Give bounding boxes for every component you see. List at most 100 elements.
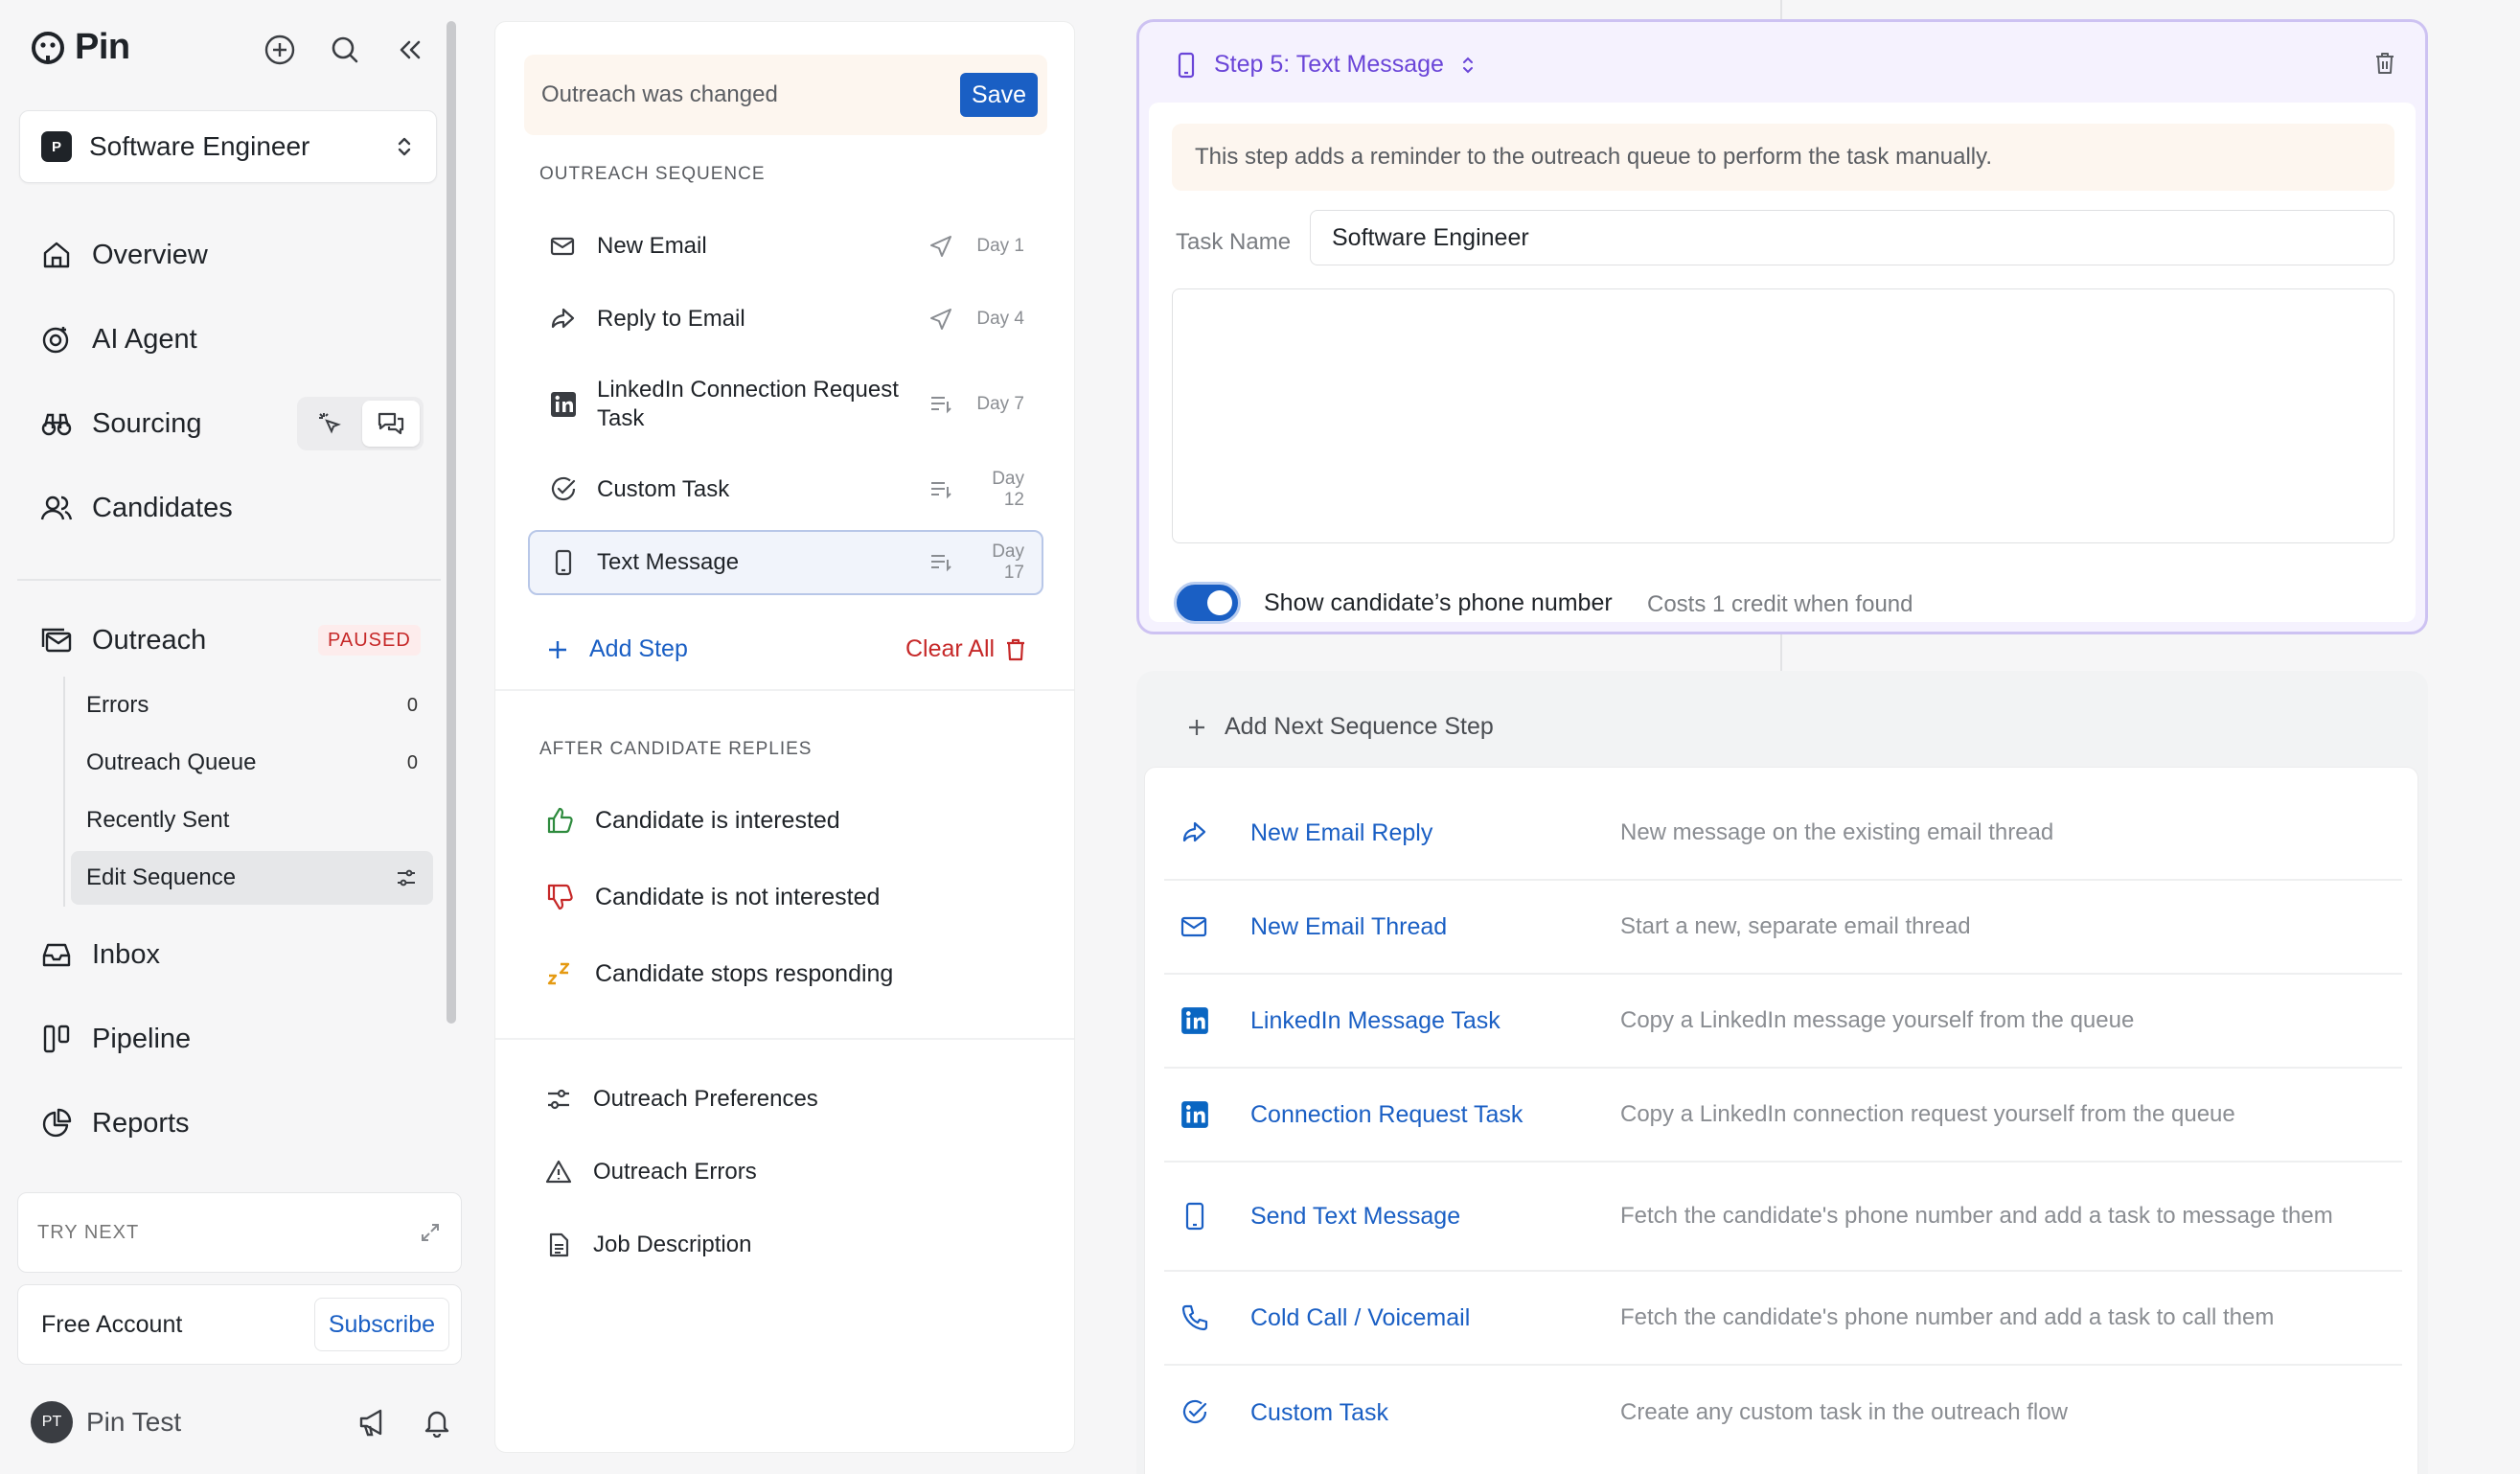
show-phone-toggle[interactable] xyxy=(1174,582,1241,624)
reply-rule-label: Candidate is interested xyxy=(595,806,840,834)
search-icon xyxy=(332,36,358,63)
step-option-description: Copy a LinkedIn message yourself from th… xyxy=(1620,1007,2135,1033)
nav-candidates[interactable]: Candidates xyxy=(40,481,233,535)
phone-device-icon xyxy=(555,549,572,576)
step-option-description: Fetch the candidate's phone number and a… xyxy=(1620,1304,2275,1330)
clear-all-button[interactable]: Clear All xyxy=(905,635,1027,663)
job-description-label: Job Description xyxy=(593,1232,752,1257)
nav-outreach[interactable]: Outreach xyxy=(40,613,206,667)
nav-reports[interactable]: Reports xyxy=(40,1096,190,1150)
nav-inbox[interactable]: Inbox xyxy=(40,928,160,981)
step-option[interactable]: LinkedIn Message Task Copy a LinkedIn me… xyxy=(1164,975,2402,1069)
step-option[interactable]: New Email Reply New message on the exist… xyxy=(1164,787,2402,881)
task-name-input[interactable]: Software Engineer xyxy=(1310,210,2394,265)
subscribe-button[interactable]: Subscribe xyxy=(313,1298,449,1351)
sequence-step-day: Day 7 xyxy=(976,394,1024,414)
app-logo[interactable]: Pin xyxy=(31,27,130,68)
nav-sourcing[interactable]: Sourcing xyxy=(40,397,201,450)
step-option[interactable]: New Email Thread Start a new, separate e… xyxy=(1164,881,2402,975)
unsaved-changes-bar: Outreach was changed Save xyxy=(524,55,1047,135)
project-select[interactable]: P Software Engineer xyxy=(19,110,437,183)
announcements-button[interactable] xyxy=(356,1406,389,1439)
nav-reports-label: Reports xyxy=(92,1107,190,1139)
credit-cost-note: Costs 1 credit when found xyxy=(1647,591,1913,617)
linkedin-icon xyxy=(551,392,576,417)
subnav-recently-sent-label: Recently Sent xyxy=(86,807,230,833)
sourcing-mode-toggle xyxy=(297,397,424,450)
try-next-card[interactable]: TRY NEXT xyxy=(17,1192,462,1273)
expand-icon xyxy=(422,1224,439,1241)
reply-rule-not-interested[interactable]: Candidate is not interested xyxy=(545,883,880,911)
errors-count: 0 xyxy=(406,694,418,716)
phone-call-icon xyxy=(1181,1304,1208,1331)
plus-circle-icon xyxy=(264,35,295,65)
document-icon xyxy=(549,1232,569,1257)
collapse-sidebar-button[interactable] xyxy=(389,29,431,71)
reply-rule-interested[interactable]: Candidate is interested xyxy=(545,806,840,835)
nav-pipeline[interactable]: Pipeline xyxy=(40,1012,191,1066)
sequence-step-label: Text Message xyxy=(597,549,740,575)
outreach-status-badge: PAUSED xyxy=(318,625,421,656)
step-options-list: New Email Reply New message on the exist… xyxy=(1144,767,2418,1474)
notifications-button[interactable] xyxy=(422,1407,452,1438)
sequence-step-selected[interactable]: Text Message Day 17 xyxy=(528,530,1043,595)
task-description-textarea[interactable] xyxy=(1172,288,2394,543)
step-option[interactable]: Cold Call / Voicemail Fetch the candidat… xyxy=(1164,1272,2402,1366)
subnav-errors[interactable]: Errors 0 xyxy=(71,679,433,732)
search-button[interactable] xyxy=(324,29,366,71)
trash-icon xyxy=(1007,638,1025,660)
job-description-link[interactable]: Job Description xyxy=(545,1232,751,1258)
subnav-recently-sent[interactable]: Recently Sent xyxy=(71,794,433,847)
sequence-step-label: New Email xyxy=(597,233,707,259)
plus-icon xyxy=(1189,719,1204,735)
step-option-name: LinkedIn Message Task xyxy=(1250,1006,1501,1034)
nav-ai-agent[interactable]: AI Agent xyxy=(40,312,197,366)
delete-step-button[interactable] xyxy=(2373,51,2396,76)
step-type-select[interactable]: Step 5: Text Message xyxy=(1174,51,1477,79)
panel-divider xyxy=(495,1038,1074,1040)
step-option-description: New message on the existing email thread xyxy=(1620,819,2054,845)
step-option[interactable]: Send Text Message Fetch the candidate's … xyxy=(1164,1163,2402,1272)
sequence-step[interactable]: LinkedIn Connection Request Task Day 7 xyxy=(528,363,1043,446)
sequence-step[interactable]: Reply to Email Day 4 xyxy=(528,288,1043,350)
sequence-step-label: LinkedIn Connection Request Task xyxy=(597,377,899,431)
add-next-step-header[interactable]: Add Next Sequence Step xyxy=(1186,713,1494,741)
step-option[interactable]: Connection Request Task Copy a LinkedIn … xyxy=(1164,1069,2402,1163)
add-button[interactable] xyxy=(259,29,301,71)
nav-sourcing-label: Sourcing xyxy=(92,407,202,439)
binoculars-icon xyxy=(41,413,72,436)
sourcing-chat-button[interactable] xyxy=(362,401,420,447)
show-phone-label: Show candidate’s phone number xyxy=(1264,589,1613,616)
step-info-notice: This step adds a reminder to the outreac… xyxy=(1172,124,2394,191)
outreach-preferences-link[interactable]: Outreach Preferences xyxy=(545,1086,818,1113)
sequence-step[interactable]: Custom Task Day 12 xyxy=(528,459,1043,520)
linkedin-icon xyxy=(1181,1007,1208,1034)
user-name: Pin Test xyxy=(86,1407,182,1437)
step-option-name: Cold Call / Voicemail xyxy=(1250,1303,1471,1331)
reply-rule-stops-responding[interactable]: Candidate stops responding xyxy=(545,959,893,988)
submenu-guide-line xyxy=(63,677,65,907)
sidebar-scrollbar[interactable] xyxy=(447,21,456,1024)
sourcing-ai-button[interactable] xyxy=(301,401,358,447)
step-editor-card: Step 5: Text Message This step adds a re… xyxy=(1136,19,2428,634)
outreach-errors-link[interactable]: Outreach Errors xyxy=(545,1159,757,1186)
step-option-name: Connection Request Task xyxy=(1250,1100,1523,1128)
subnav-edit-sequence[interactable]: Edit Sequence xyxy=(71,851,433,905)
add-step-button[interactable]: Add Step xyxy=(545,635,688,663)
send-icon xyxy=(930,309,951,330)
outreach-preferences-label: Outreach Preferences xyxy=(593,1086,818,1112)
queue-list-icon xyxy=(931,397,951,414)
subnav-outreach-queue[interactable]: Outreach Queue 0 xyxy=(71,736,433,790)
sequence-step[interactable]: New Email Day 1 xyxy=(528,216,1043,277)
send-icon xyxy=(930,236,951,257)
warning-triangle-icon xyxy=(545,1160,572,1184)
task-name-label: Task Name xyxy=(1176,229,1292,255)
nav-overview-label: Overview xyxy=(92,239,208,270)
nav-candidates-label: Candidates xyxy=(92,492,233,523)
nav-overview[interactable]: Overview xyxy=(40,228,208,282)
step-option-name: New Email Reply xyxy=(1250,818,1433,846)
user-profile[interactable]: PT Pin Test xyxy=(31,1395,452,1449)
step-option[interactable]: Custom Task Create any custom task in th… xyxy=(1164,1366,2402,1460)
save-button[interactable]: Save xyxy=(960,73,1038,117)
project-badge: P xyxy=(41,131,72,162)
